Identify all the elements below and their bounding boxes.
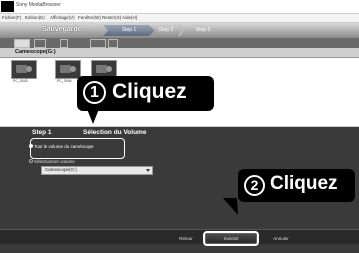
window-title: Sony MediaBrowser	[16, 2, 61, 8]
source-section: Camescope(G:)	[0, 48, 359, 58]
callout-2-number: 2	[244, 175, 265, 196]
next-button[interactable]: Suivant	[203, 231, 259, 246]
next-label: Suivant	[223, 236, 239, 241]
zoom-icon[interactable]	[60, 39, 68, 48]
chevron-down-icon	[146, 169, 150, 172]
file-item[interactable]: PC_0044	[55, 60, 81, 83]
file-name: PC_0043	[13, 79, 28, 83]
menu-aide[interactable]: Aide(H)	[122, 15, 137, 20]
file-item[interactable]: PC_0043	[11, 60, 37, 83]
cancel-button[interactable]: Annuler	[262, 233, 300, 244]
menu-rester[interactable]: Rester(S)	[102, 15, 121, 20]
panel-step-label: Step 1	[32, 129, 52, 136]
back-label: Retour	[179, 236, 193, 241]
back-button[interactable]: Retour	[170, 233, 202, 244]
title-bar: Sony MediaBrowser	[0, 0, 359, 14]
radio-all-volume-label[interactable]: Tout le volume du caméscope	[34, 144, 94, 149]
bottom-bar: Retour Suivant Annuler	[0, 229, 359, 246]
calendar-view-icon[interactable]	[90, 39, 106, 48]
menu-fenetre[interactable]: Fenêtre(W)	[78, 15, 101, 20]
step-1-label: Step 1	[121, 27, 137, 33]
list-view-icon[interactable]	[34, 39, 46, 48]
callout-1-text: Cliquez	[112, 80, 187, 103]
app-logo	[1, 1, 14, 12]
menu-bar: Fichier(F) Edition(E) Affichage(V) Fenêt…	[0, 14, 359, 23]
radio-select-volume[interactable]	[29, 159, 33, 163]
thumbnail-view-icon[interactable]	[14, 39, 30, 48]
settings-icon[interactable]	[108, 39, 118, 48]
volume-dropdown[interactable]: Camescope(G:)	[41, 166, 153, 175]
camera-thumbnail-icon	[55, 60, 81, 79]
step-bar: Sauvegarde Step 1 Step 2 Step 3	[0, 23, 359, 38]
source-label: Camescope(G:)	[15, 49, 56, 55]
menu-fichier[interactable]: Fichier(F)	[2, 15, 21, 20]
file-name: PC_0044	[57, 79, 72, 83]
app-window: Sony MediaBrowser Fichier(F) Edition(E) …	[0, 0, 359, 253]
callout-1-number: 1	[83, 81, 106, 104]
callout-2-text: Cliquez	[270, 173, 338, 194]
panel-title: Sélection du Volume	[83, 129, 147, 136]
camera-thumbnail-icon	[11, 60, 37, 79]
radio-select-volume-label[interactable]: Sélectionner volume	[34, 159, 75, 164]
callout-1-pointer	[87, 109, 99, 124]
radio-all-volume[interactable]	[29, 144, 33, 148]
dropdown-value: Camescope(G:)	[45, 167, 77, 172]
step-2-label: Step 2	[158, 27, 174, 33]
menu-affichage[interactable]: Affichage(V)	[50, 15, 75, 20]
menu-edition[interactable]: Edition(E)	[25, 15, 45, 20]
step-3: Step 3	[183, 25, 223, 36]
callout-step-2: 2 Cliquez	[238, 169, 355, 202]
step-3-label: Step 3	[195, 27, 211, 33]
header-title: Sauvegarde	[42, 26, 82, 33]
cancel-label: Annuler	[273, 236, 289, 241]
callout-step-1: 1 Cliquez	[77, 76, 214, 111]
